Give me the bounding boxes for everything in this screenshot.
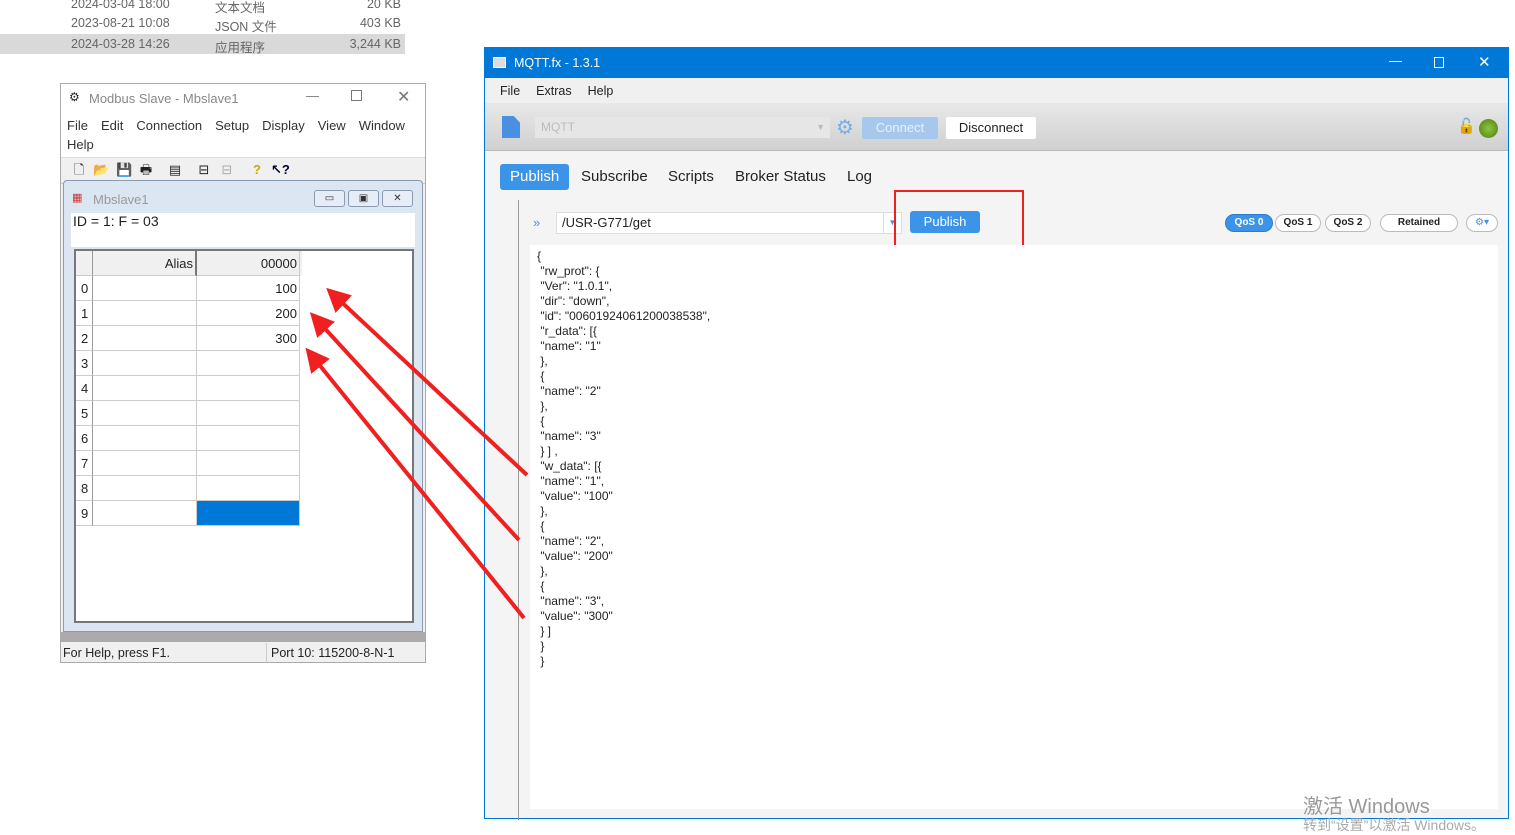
arrow-100 [326,287,529,477]
activation-watermark-sub: 转到“设置”以激活 Windows。 [1303,817,1486,833]
annotation-arrows [305,287,529,620]
arrow-300 [305,347,526,620]
arrow-200 [309,312,521,542]
